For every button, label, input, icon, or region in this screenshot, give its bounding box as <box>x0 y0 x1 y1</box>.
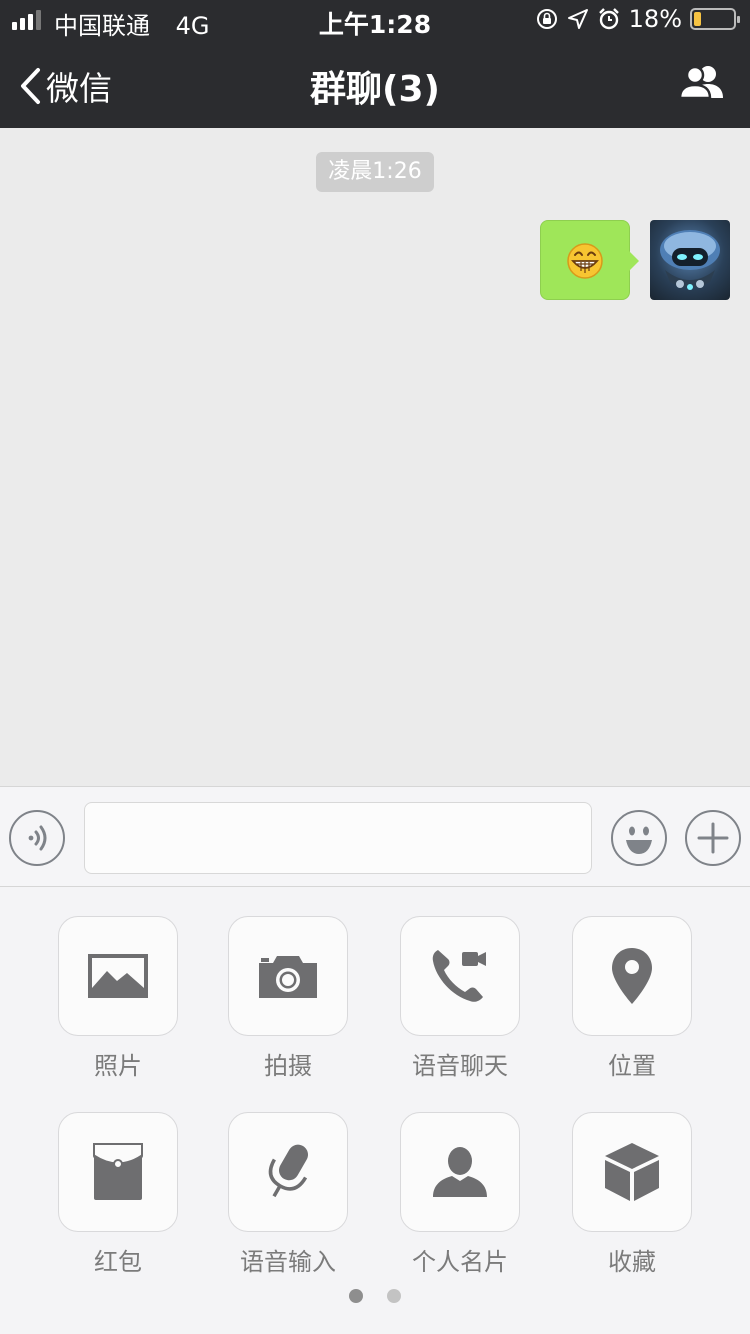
panel-item-label: 语音输入 <box>240 1248 336 1276</box>
panel-item-voice-input[interactable]: 语音输入 <box>228 1112 348 1277</box>
robot-avatar-icon <box>660 230 720 290</box>
panel-item-contact-card[interactable]: 个人名片 <box>400 1112 520 1277</box>
panel-item-label: 位置 <box>608 1052 656 1080</box>
panel-item-red-packet[interactable]: 红包 <box>58 1112 178 1277</box>
plus-icon <box>697 822 729 854</box>
panel-item-box[interactable] <box>572 1112 692 1232</box>
location-arrow-icon <box>567 9 588 29</box>
microphone-icon <box>268 1144 308 1198</box>
page-dot-1[interactable] <box>349 1289 363 1303</box>
panel-item-label: 个人名片 <box>412 1248 508 1276</box>
top-bar: 中国联通 4G 上午1:28 18% 微信 群聊(3) <box>0 0 750 128</box>
panel-item-label: 红包 <box>94 1248 142 1276</box>
favorites-icon <box>605 1143 659 1201</box>
panel-item-voice-call[interactable]: 语音聊天 <box>400 916 520 1081</box>
panel-item-label: 收藏 <box>608 1248 656 1276</box>
emoji-button[interactable] <box>611 810 667 866</box>
panel-item-box[interactable] <box>572 916 692 1036</box>
panel-item-box[interactable] <box>400 916 520 1036</box>
battery-percent: 18% <box>628 5 682 33</box>
user-avatar[interactable] <box>650 220 730 300</box>
panel-item-favorites[interactable]: 收藏 <box>572 1112 692 1277</box>
camera-icon <box>259 956 317 998</box>
voice-call-icon <box>432 950 486 1002</box>
alarm-icon <box>598 8 619 30</box>
panel-item-label: 照片 <box>94 1052 142 1080</box>
page-dot-2[interactable] <box>387 1289 401 1303</box>
message-bubble[interactable] <box>540 220 639 300</box>
panel-item-label: 拍摄 <box>264 1052 312 1080</box>
voice-toggle-button[interactable] <box>9 810 65 866</box>
panel-item-photo[interactable]: 照片 <box>58 916 178 1081</box>
contact-card-icon <box>433 1147 487 1197</box>
bubble-tail <box>629 251 639 271</box>
message-timestamp: 凌晨1:26 <box>316 152 434 192</box>
page-title: 群聊(3) <box>310 69 440 110</box>
panel-item-box[interactable] <box>228 1112 348 1232</box>
status-right: 18% <box>535 5 740 33</box>
message-input[interactable] <box>84 802 592 874</box>
orientation-lock-icon <box>536 9 557 29</box>
status-bar: 中国联通 4G 上午1:28 18% <box>0 0 750 40</box>
more-button[interactable] <box>685 810 741 866</box>
nav-bar: 微信 群聊(3) <box>0 40 750 128</box>
input-bar <box>0 786 750 887</box>
group-members-icon <box>678 65 723 100</box>
group-members-button[interactable] <box>678 64 726 104</box>
panel-item-camera[interactable]: 拍摄 <box>228 916 348 1081</box>
panel-item-box[interactable] <box>228 916 348 1036</box>
page-indicator <box>0 1289 750 1303</box>
chat-area[interactable]: 凌晨1:26 <box>0 128 750 786</box>
panel-item-box[interactable] <box>58 916 178 1036</box>
panel-item-box[interactable] <box>400 1112 520 1232</box>
voice-icon <box>28 825 47 851</box>
location-icon <box>612 948 652 1004</box>
panel-item-label: 语音聊天 <box>412 1052 508 1080</box>
panel-item-box[interactable] <box>58 1112 178 1232</box>
battery-icon <box>690 8 740 30</box>
grinning-emoji-icon <box>567 243 603 279</box>
panel-item-location[interactable]: 位置 <box>572 916 692 1081</box>
photo-icon <box>88 954 148 998</box>
function-panel: 照片 拍摄 语音聊天 位置 红包 语音输入 个人名片 收藏 <box>0 887 750 1334</box>
smiley-icon <box>626 826 652 854</box>
red-packet-icon <box>93 1143 143 1200</box>
